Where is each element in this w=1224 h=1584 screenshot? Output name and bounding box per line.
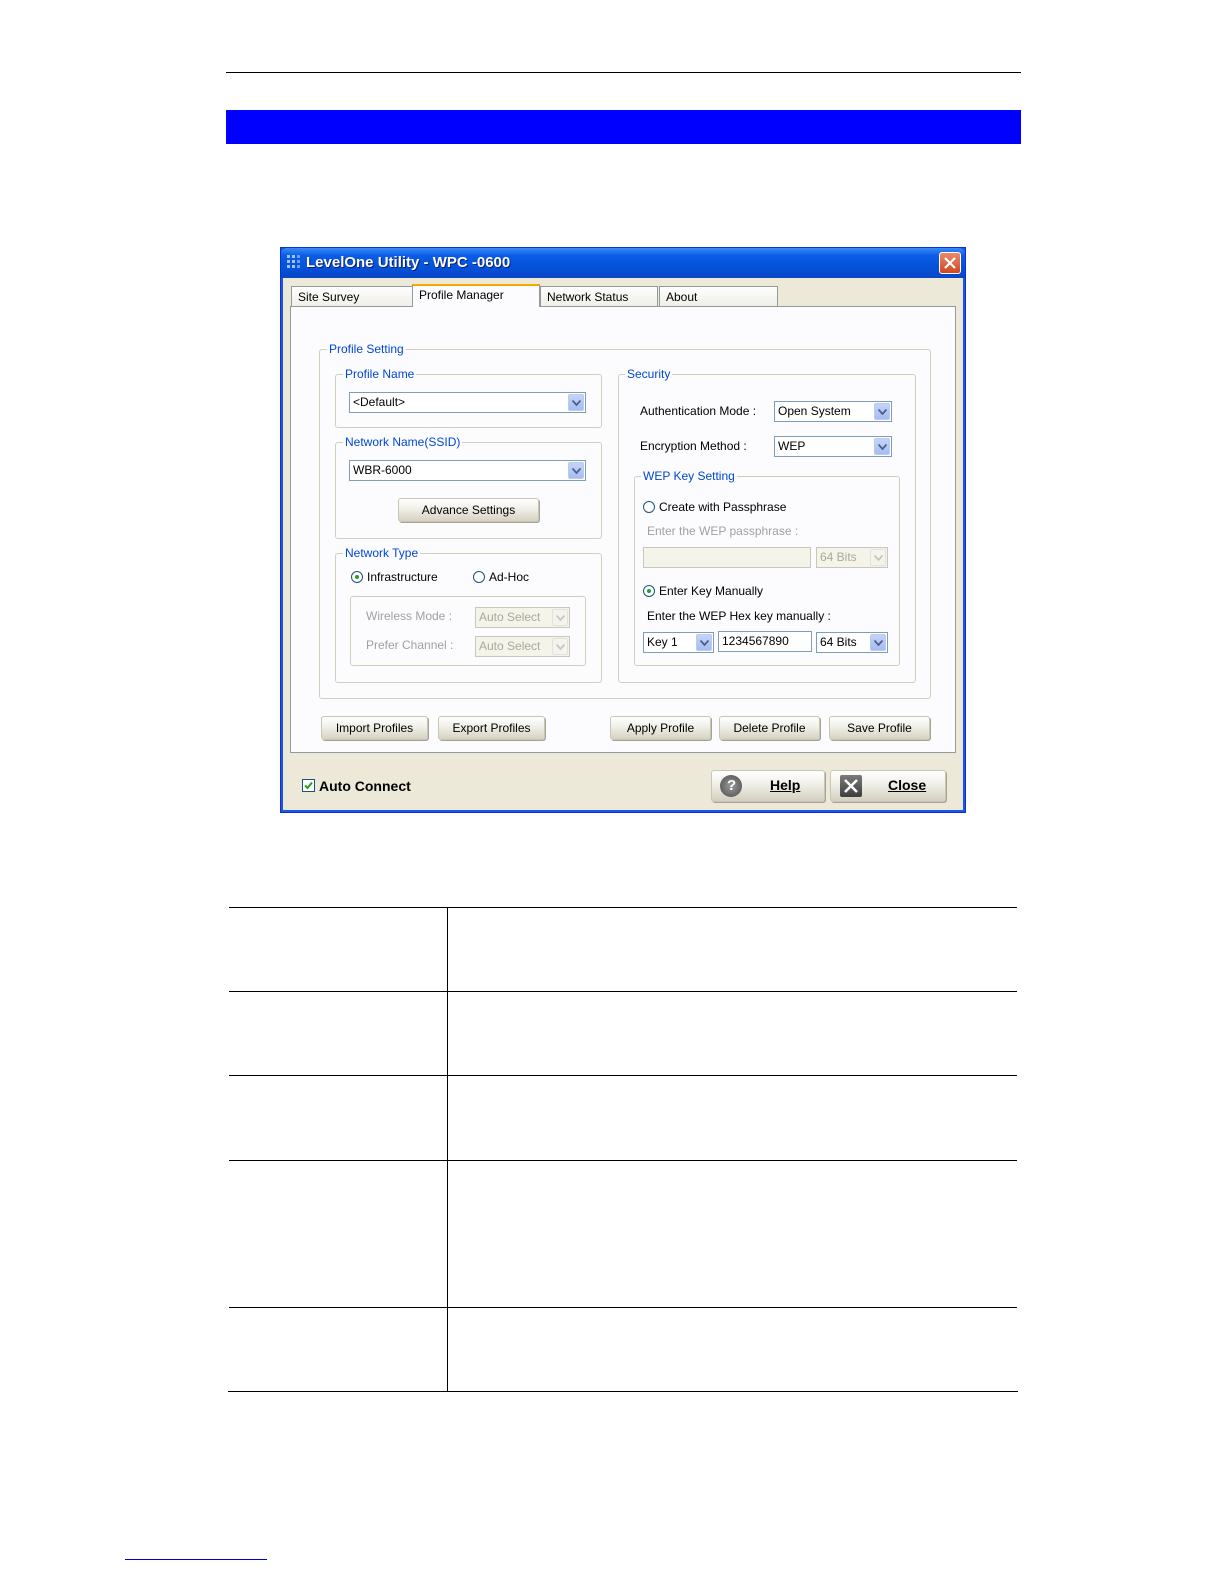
hex-key-prompt: Enter the WEP Hex key manually : [647,609,831,623]
chevron-down-icon [552,638,568,655]
network-name-label: Network Name(SSID) [343,435,463,449]
prefer-channel-value: Auto Select [479,639,541,653]
chevron-down-icon [870,549,886,566]
profile-name-label: Profile Name [343,367,417,381]
auto-connect-checkbox[interactable] [302,779,315,792]
help-icon: ? [720,775,742,797]
profile-name-select[interactable]: <Default> [349,392,586,413]
auto-connect-label: Auto Connect [319,778,411,794]
tab-site-survey[interactable]: Site Survey [291,286,413,306]
encryption-method-select[interactable]: WEP [774,436,892,457]
adhoc-radio[interactable] [473,571,485,583]
close-button[interactable]: Close [830,770,946,802]
passphrase-prompt: Enter the WEP passphrase : [647,524,799,538]
export-profiles-button[interactable]: Export Profiles [438,716,545,740]
chevron-down-icon[interactable] [874,438,890,455]
auth-mode-label: Authentication Mode : [640,404,757,418]
table-column-divider [447,907,448,1392]
table-rule [229,1307,1017,1308]
key-bits-value: 64 Bits [820,635,857,649]
save-profile-button[interactable]: Save Profile [829,716,930,740]
help-button[interactable]: ? Help [711,770,825,802]
wep-key-input[interactable]: 1234567890 [718,631,812,652]
profile-name-value: <Default> [353,395,406,409]
passphrase-input[interactable] [643,547,811,568]
close-label: Close [888,777,927,793]
infrastructure-radio[interactable] [351,571,363,583]
ssid-value: WBR-6000 [353,463,412,477]
enter-key-manually-label: Enter Key Manually [659,584,764,598]
close-icon [840,775,862,797]
profile-manager-panel: Profile Setting Profile Name <Default> N… [290,306,956,753]
key-index-select[interactable]: Key 1 [643,632,714,653]
auth-mode-select[interactable]: Open System [774,401,892,422]
adhoc-label: Ad-Hoc [489,570,530,584]
chevron-down-icon[interactable] [874,403,890,420]
table-rule [229,1075,1017,1076]
create-with-passphrase-label: Create with Passphrase [659,500,787,514]
advance-settings-button[interactable]: Advance Settings [398,498,539,522]
encryption-method-label: Encryption Method : [640,439,747,453]
section-heading-band [226,110,1021,144]
infrastructure-label: Infrastructure [367,570,438,584]
footnote-rule [125,1559,267,1560]
prefer-channel-label: Prefer Channel : [366,638,454,652]
prefer-channel-select[interactable]: Auto Select [475,636,570,657]
wireless-mode-label: Wireless Mode : [366,609,453,623]
tab-network-status[interactable]: Network Status [540,286,658,306]
utility-window: LevelOne Utility - WPC -0600 Site Survey… [280,247,966,813]
enter-key-manually-radio[interactable] [643,585,655,597]
passphrase-bits-value: 64 Bits [820,550,857,564]
delete-profile-button[interactable]: Delete Profile [719,716,820,740]
window-close-button[interactable] [939,252,961,274]
table-rule [229,907,1017,908]
key-bits-select[interactable]: 64 Bits [816,632,888,653]
wireless-mode-select[interactable]: Auto Select [475,607,570,628]
tab-profile-manager[interactable]: Profile Manager [412,284,540,307]
table-rule [229,1160,1017,1161]
network-type-label: Network Type [343,546,421,560]
chevron-down-icon [552,609,568,626]
chevron-down-icon[interactable] [870,634,886,651]
header-rule [226,72,1021,73]
key-index-value: Key 1 [647,635,678,649]
help-label: Help [770,777,801,793]
create-with-passphrase-radio[interactable] [643,501,655,513]
table-rule [229,991,1017,992]
profile-setting-label: Profile Setting [327,342,406,356]
network-name-group [335,442,602,539]
auth-mode-value: Open System [778,404,851,418]
chevron-down-icon[interactable] [568,462,584,479]
app-icon [287,255,301,271]
tab-about[interactable]: About [659,286,778,306]
import-profiles-button[interactable]: Import Profiles [321,716,428,740]
security-label: Security [625,367,673,381]
apply-profile-button[interactable]: Apply Profile [610,716,711,740]
chevron-down-icon[interactable] [568,394,584,411]
wep-key-setting-label: WEP Key Setting [641,469,737,483]
title-bar[interactable]: LevelOne Utility - WPC -0600 [281,248,965,278]
window-title: LevelOne Utility - WPC -0600 [306,254,511,271]
passphrase-bits-select[interactable]: 64 Bits [816,547,888,568]
wireless-mode-value: Auto Select [479,610,541,624]
table-rule [228,1391,1018,1392]
encryption-method-value: WEP [778,439,806,453]
chevron-down-icon[interactable] [696,634,712,651]
ssid-select[interactable]: WBR-6000 [349,460,586,481]
